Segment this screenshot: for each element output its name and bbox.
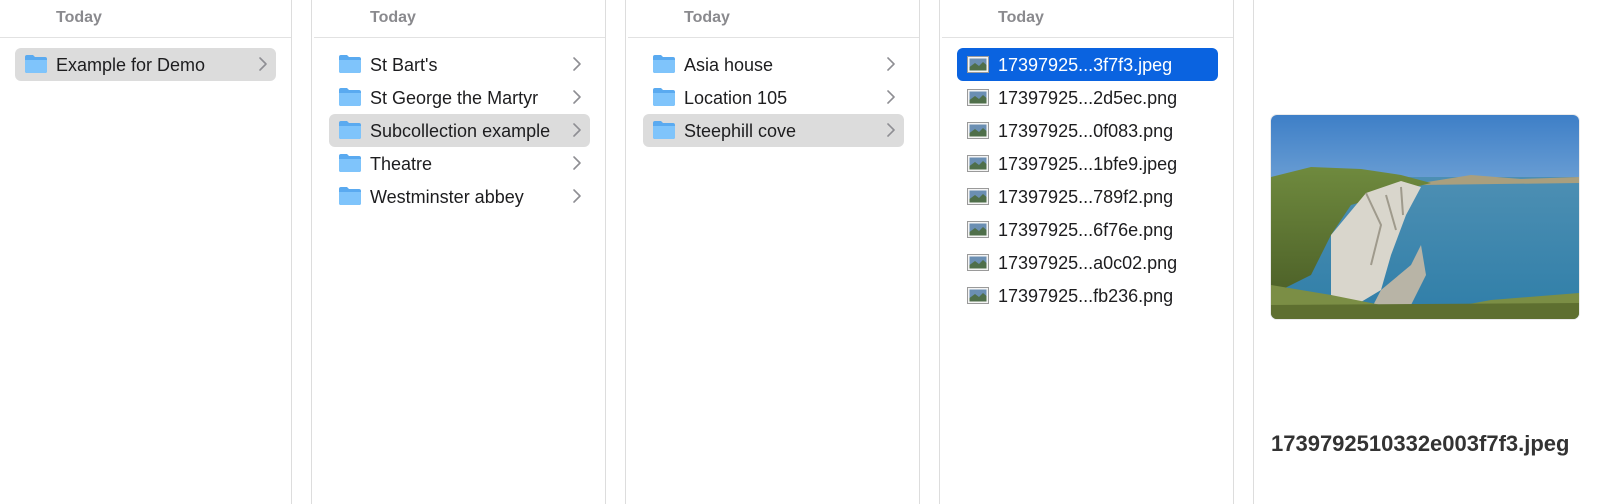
row-label: 17397925...6f76e.png <box>998 220 1174 240</box>
file-row[interactable]: 17397925...0f083.png <box>957 114 1218 147</box>
row-label: St Bart's <box>370 55 438 75</box>
column-header-label: Today <box>56 9 102 26</box>
file-row[interactable]: 17397925...a0c02.png <box>957 246 1218 279</box>
column-list: Asia house Location 105 Steephill cove <box>628 38 919 147</box>
image-file-icon <box>967 155 989 172</box>
column-header: Today <box>942 0 1233 38</box>
row-label: Steephill cove <box>684 121 797 141</box>
folder-row[interactable]: Theatre <box>329 147 590 180</box>
folder-row[interactable]: Example for Demo <box>15 48 276 81</box>
image-file-icon <box>967 56 989 73</box>
coastal-cliff-photo <box>1271 115 1579 319</box>
row-label: Example for Demo <box>56 55 206 75</box>
folder-icon <box>652 120 676 140</box>
row-label: 17397925...2d5ec.png <box>998 88 1178 108</box>
column-header-label: Today <box>998 9 1044 26</box>
folder-icon <box>652 87 676 107</box>
column-header: Today <box>0 0 291 38</box>
row-label: Location 105 <box>684 88 788 108</box>
chevron-right-icon <box>572 122 582 138</box>
column-divider[interactable] <box>1234 0 1254 504</box>
image-file-icon <box>967 287 989 304</box>
chevron-right-icon <box>886 56 896 72</box>
folder-icon <box>652 54 676 74</box>
folder-row[interactable]: St George the Martyr <box>329 81 590 114</box>
column-divider[interactable] <box>292 0 312 504</box>
chevron-right-icon <box>886 89 896 105</box>
folder-row[interactable]: Location 105 <box>643 81 904 114</box>
row-label: 17397925...3f7f3.jpeg <box>998 55 1173 75</box>
column-1[interactable]: Today Example for Demo <box>0 0 292 504</box>
column-header: Today <box>628 0 919 38</box>
column-divider[interactable] <box>606 0 626 504</box>
file-row[interactable]: 17397925...3f7f3.jpeg <box>957 48 1218 81</box>
row-label: Asia house <box>684 55 774 75</box>
chevron-right-icon <box>572 89 582 105</box>
image-file-icon <box>967 122 989 139</box>
file-row[interactable]: 17397925...1bfe9.jpeg <box>957 147 1218 180</box>
column-list: Example for Demo <box>0 38 291 81</box>
column-header-label: Today <box>370 9 416 26</box>
file-row[interactable]: 17397925...fb236.png <box>957 279 1218 312</box>
folder-row[interactable]: St Bart's <box>329 48 590 81</box>
folder-icon <box>338 186 362 206</box>
column-header-label: Today <box>684 9 730 26</box>
column-4[interactable]: Today 17397925...3f7f3.jpeg 17397925...2d… <box>942 0 1234 504</box>
folder-icon <box>338 87 362 107</box>
preview-filename: 1739792510332e003f7f3.jpeg <box>1271 431 1570 456</box>
image-file-icon <box>967 254 989 271</box>
row-label: 17397925...a0c02.png <box>998 253 1178 273</box>
row-label: 17397925...0f083.png <box>998 121 1174 141</box>
column-divider[interactable] <box>920 0 940 504</box>
column-header: Today <box>314 0 605 38</box>
chevron-right-icon <box>572 188 582 204</box>
row-label: 17397925...fb236.png <box>998 286 1174 306</box>
column-list: 17397925...3f7f3.jpeg 17397925...2d5ec.pn… <box>942 38 1233 312</box>
folder-icon <box>338 54 362 74</box>
file-row[interactable]: 17397925...789f2.png <box>957 180 1218 213</box>
file-row[interactable]: 17397925...6f76e.png <box>957 213 1218 246</box>
chevron-right-icon <box>886 122 896 138</box>
image-file-icon <box>967 188 989 205</box>
row-label: 17397925...1bfe9.jpeg <box>998 154 1178 174</box>
column-list: St Bart's St George the Martyr Subcollecti… <box>314 38 605 213</box>
folder-icon <box>338 120 362 140</box>
column-3[interactable]: Today Asia house Location 105 Steephill co… <box>628 0 920 504</box>
folder-row[interactable]: Steephill cove <box>643 114 904 147</box>
row-label: Subcollection example <box>370 121 551 141</box>
folder-row[interactable]: Asia house <box>643 48 904 81</box>
row-label: Theatre <box>370 154 433 174</box>
chevron-right-icon <box>572 56 582 72</box>
file-row[interactable]: 17397925...2d5ec.png <box>957 81 1218 114</box>
folder-icon <box>338 153 362 173</box>
preview-pane: 1739792510332e003f7f3.jpeg <box>1256 0 1600 504</box>
chevron-right-icon <box>572 155 582 171</box>
folder-row[interactable]: Westminster abbey <box>329 180 590 213</box>
row-label: 17397925...789f2.png <box>998 187 1174 207</box>
column-2[interactable]: Today St Bart's St George the Martyr Subco… <box>314 0 606 504</box>
finder-column-browser: Today Example for Demo Today St Bart's St… <box>0 0 1600 504</box>
image-file-icon <box>967 221 989 238</box>
chevron-right-icon <box>258 56 268 72</box>
folder-icon <box>24 54 48 74</box>
image-file-icon <box>967 89 989 106</box>
row-label: St George the Martyr <box>370 88 539 108</box>
preview-image[interactable] <box>1271 115 1579 319</box>
folder-row[interactable]: Subcollection example <box>329 114 590 147</box>
row-label: Westminster abbey <box>370 187 524 207</box>
